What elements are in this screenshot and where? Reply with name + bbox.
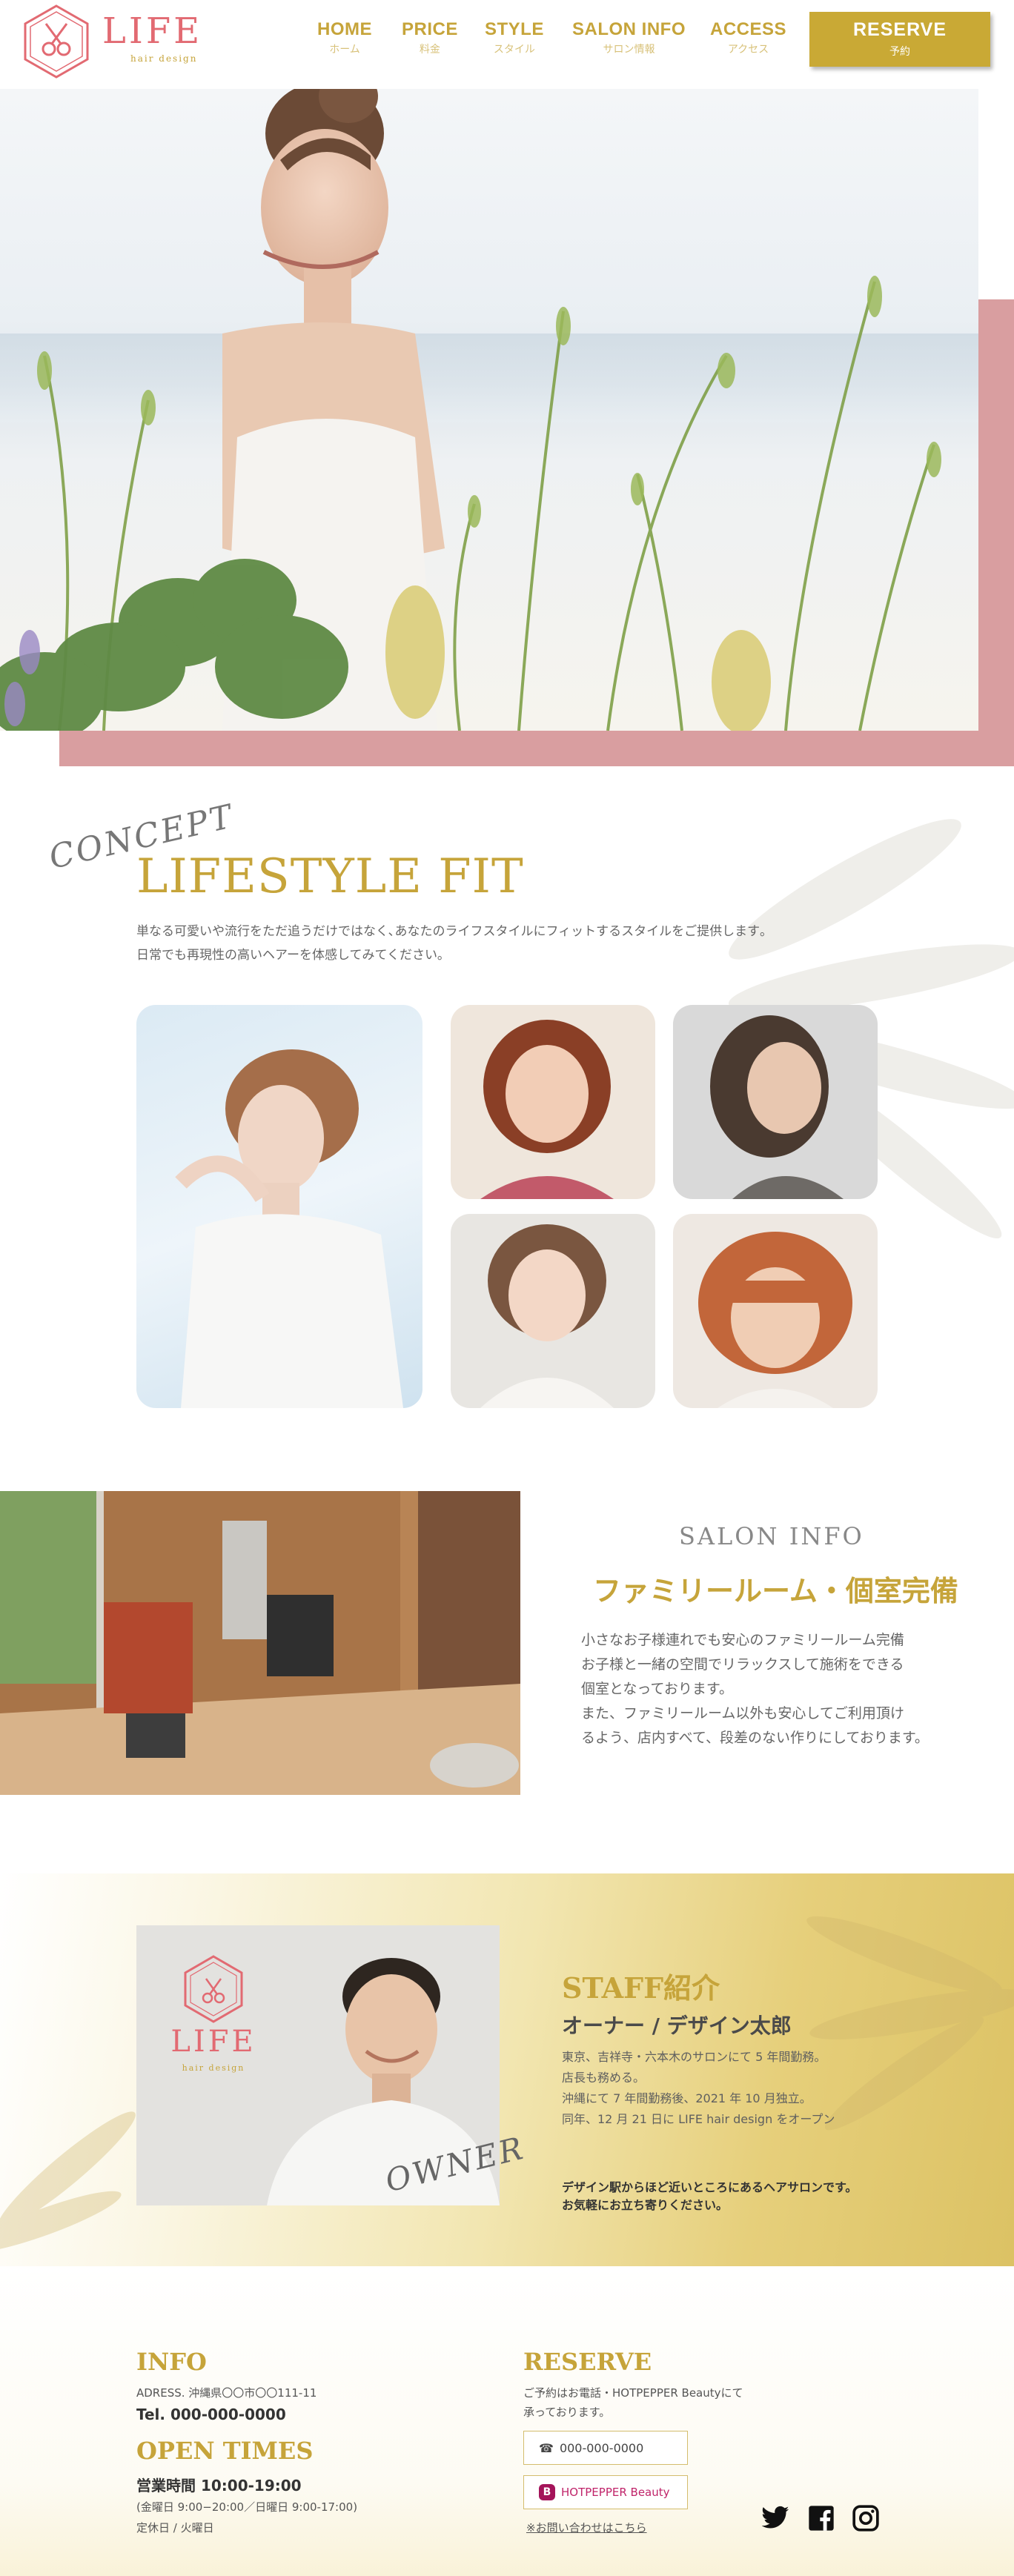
footer-info-title: INFO xyxy=(136,2348,207,2376)
owner-photo-logo-subtitle: hair design xyxy=(182,2063,245,2073)
salon-text-line: お子様と一緒の空間でリラックスして施術をできる xyxy=(581,1656,904,1673)
nav-access-label: ACCESS xyxy=(710,19,787,39)
footer-reserve-text: 承っております。 xyxy=(523,2406,611,2419)
style-photo-5 xyxy=(673,1214,878,1408)
hotpepper-beauty-button[interactable]: B HOTPEPPER Beauty xyxy=(523,2475,688,2509)
footer-address: ADRESS. 沖縄県〇〇市〇〇111-11 xyxy=(136,2386,317,2400)
contact-link[interactable]: ※お問い合わせはこちら xyxy=(526,2520,647,2535)
nav-salon-info-label: SALON INFO xyxy=(572,19,686,39)
footer-open-times-title: OPEN TIMES xyxy=(136,2437,314,2465)
concept-text-line: 日常でも再現性の高いヘアーを体感してみてください｡ xyxy=(136,948,444,963)
reserve-button[interactable]: RESERVE 予約 xyxy=(809,12,990,67)
owner-photo-logo-text: LIFE xyxy=(170,2025,256,2059)
salon-title: ファミリールーム・個室完備 xyxy=(593,1574,958,1607)
reserve-button-sublabel: 予約 xyxy=(889,46,910,58)
facebook-icon[interactable] xyxy=(806,2503,836,2533)
staff-bio-line: 同年、12 月 21 日に LIFE hair design をオープン xyxy=(562,2112,835,2126)
footer-tel[interactable]: Tel. 000-000-0000 xyxy=(136,2406,286,2423)
nav-salon-info-sublabel: サロン情報 xyxy=(603,44,655,56)
staff-bio-line: 東京、吉祥寺・六本木のサロンにて 5 年間勤務。 xyxy=(562,2050,826,2064)
nav-style-sublabel: スタイル xyxy=(493,44,535,56)
logo-text[interactable]: LIFE xyxy=(102,10,202,52)
salon-text-line: 個室となっております。 xyxy=(581,1681,734,1697)
footer-reserve-title: RESERVE xyxy=(523,2348,652,2376)
salon-script-label: SALON INFO xyxy=(679,1522,864,1550)
staff-bio-line: 沖縄にて 7 年間勤務後、2021 年 10 月独立。 xyxy=(562,2091,812,2105)
hero-image xyxy=(0,89,978,731)
staff-role: オーナー / デザイン太郎 xyxy=(562,2014,792,2038)
salon-text-line: るよう、店内すべて、段差のない作りにしております。 xyxy=(581,1730,929,1746)
footer-closed-days: 定休日 / 火曜日 xyxy=(136,2521,214,2534)
nav-home-sublabel: ホーム xyxy=(329,44,360,56)
phone-icon: ☎ xyxy=(539,2440,554,2455)
footer-sub-hours: (金曜日 9:00−20:00／日曜日 9:00-17:00) xyxy=(136,2500,358,2514)
nav-style[interactable]: STYLE スタイル xyxy=(485,19,544,56)
nav-price-label: PRICE xyxy=(402,19,458,39)
nav-access-sublabel: アクセス xyxy=(727,44,769,56)
logo-hexagon-scissors-icon[interactable] xyxy=(21,3,92,80)
salon-interior-image xyxy=(0,1491,520,1795)
reserve-button-label: RESERVE xyxy=(852,19,947,40)
staff-closing-line: デザイン駅からほど近いところにあるヘアサロンです。 xyxy=(562,2180,858,2194)
footer-phone-number: 000-000-0000 xyxy=(559,2440,644,2455)
nav-salon-info[interactable]: SALON INFO サロン情報 xyxy=(572,19,686,56)
nav-style-label: STYLE xyxy=(485,19,544,39)
nav-price[interactable]: PRICE 料金 xyxy=(402,19,458,56)
salon-text-line: 小さなお子様連れでも安心のファミリールーム完備 xyxy=(581,1632,904,1648)
concept-text-line: 単なる可愛いや流行をただ追うだけではなく､あなたのライフスタイルにフィットするス… xyxy=(136,924,766,939)
footer-hours: 営業時間 10:00-19:00 xyxy=(136,2477,302,2494)
hotpepper-label: HOTPEPPER Beauty xyxy=(561,2486,670,2499)
staff-title: STAFF紹介 xyxy=(562,1971,720,2005)
style-photo-4 xyxy=(451,1214,655,1408)
concept-title: LIFESTYLE FIT xyxy=(136,849,524,904)
nav-home-label: HOME xyxy=(317,19,372,39)
style-photo-1 xyxy=(136,1005,422,1408)
instagram-icon[interactable] xyxy=(851,2503,881,2533)
nav-access[interactable]: ACCESS アクセス xyxy=(710,19,786,56)
hotpepper-logo-icon: B xyxy=(539,2484,555,2500)
style-photo-3 xyxy=(673,1005,878,1199)
staff-closing-line: お気軽にお立ち寄りください。 xyxy=(562,2198,729,2212)
twitter-icon[interactable] xyxy=(760,2503,790,2533)
salon-text-line: また、ファミリールーム以外も安心してご利用頂け xyxy=(581,1705,904,1722)
nav-home[interactable]: HOME ホーム xyxy=(317,19,372,56)
style-photo-2 xyxy=(451,1005,655,1199)
nav-price-sublabel: 料金 xyxy=(419,44,440,56)
site-header: LIFE hair design HOME ホーム PRICE 料金 STYLE… xyxy=(0,0,1014,89)
logo-subtitle: hair design xyxy=(130,53,198,64)
staff-bio-line: 店長も務める。 xyxy=(562,2071,646,2085)
footer-phone-button[interactable]: ☎ 000-000-0000 xyxy=(523,2431,688,2465)
footer-reserve-text: ご予約はお電話・HOTPEPPER Beautyにて xyxy=(523,2386,743,2400)
